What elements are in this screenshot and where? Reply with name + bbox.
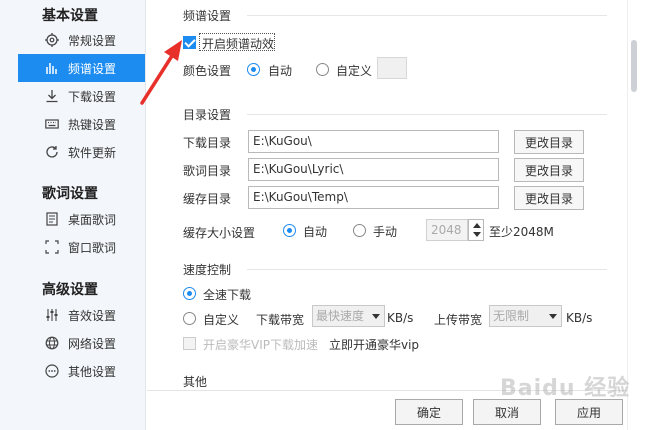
- full-speed-label[interactable]: 全速下载: [203, 286, 251, 303]
- download-unit-label: KB/s: [387, 311, 414, 325]
- sidebar-item-label: 常规设置: [68, 33, 117, 48]
- cache-dir-input[interactable]: E:\KuGou\Temp\: [248, 186, 499, 209]
- section-divider: [247, 114, 607, 115]
- stepper-up-icon[interactable]: [473, 223, 481, 228]
- group-title-basic: 基本设置: [42, 8, 98, 24]
- globe-icon: [44, 335, 60, 351]
- enable-spectrum-label[interactable]: 开启频谱动效: [202, 35, 274, 52]
- sidebar-item-label: 音效设置: [68, 308, 117, 323]
- sidebar-item-label: 网络设置: [68, 336, 117, 351]
- section-divider: [247, 15, 607, 16]
- color-auto-label[interactable]: 自动: [268, 62, 292, 79]
- download-icon: [44, 88, 60, 104]
- window-lyrics-icon: [44, 239, 60, 255]
- custom-speed-radio[interactable]: [183, 312, 196, 325]
- more-icon: [44, 363, 60, 379]
- cache-size-input[interactable]: 2048: [426, 219, 468, 241]
- scrollbar-thumb[interactable]: [631, 40, 637, 92]
- color-setting-label: 颜色设置: [183, 64, 232, 78]
- change-cache-dir-button[interactable]: 更改目录: [514, 186, 584, 210]
- section-title-spectrum: 频谱设置: [183, 9, 232, 23]
- sidebar-item-label: 软件更新: [68, 145, 117, 160]
- enable-spectrum-checkbox[interactable]: [183, 36, 196, 49]
- spectrum-bars-icon: [44, 60, 60, 76]
- sidebar-item-window-lyrics[interactable]: 窗口歌词: [18, 233, 145, 261]
- color-swatch[interactable]: [377, 57, 407, 79]
- section-title-directory: 目录设置: [183, 108, 232, 122]
- cache-min-label: 至少2048M: [489, 225, 554, 239]
- lyrics-dir-input[interactable]: E:\KuGou\Lyric\: [248, 158, 499, 181]
- change-lyrics-dir-button[interactable]: 更改目录: [514, 158, 584, 182]
- sidebar-item-sound-effects[interactable]: 音效设置: [18, 301, 145, 329]
- upload-bandwidth-select[interactable]: 无限制: [489, 305, 562, 327]
- settings-sidebar: 基本设置 常规设置 频谱设置 下载设置 热键设置 软件更新 歌词设置 桌面歌词 …: [0, 0, 146, 430]
- sidebar-item-label: 下载设置: [68, 89, 117, 104]
- sidebar-item-general[interactable]: 常规设置: [18, 26, 145, 54]
- cancel-button[interactable]: 取消: [473, 399, 541, 425]
- upload-bandwidth-value: 无限制: [493, 309, 530, 323]
- group-title-lyrics: 歌词设置: [42, 186, 98, 202]
- keyboard-icon: [44, 116, 60, 132]
- custom-speed-label[interactable]: 自定义: [203, 311, 239, 328]
- group-title-advanced: 高级设置: [42, 282, 98, 298]
- sidebar-item-update[interactable]: 软件更新: [18, 138, 145, 166]
- sidebar-item-label: 其他设置: [68, 364, 117, 379]
- gear-icon: [44, 32, 60, 48]
- desktop-lyrics-icon: [44, 211, 60, 227]
- upload-unit-label: KB/s: [566, 311, 593, 325]
- change-download-dir-button[interactable]: 更改目录: [514, 130, 584, 154]
- cache-auto-label[interactable]: 自动: [303, 223, 327, 240]
- cache-dir-label: 缓存目录: [183, 192, 232, 206]
- ok-button[interactable]: 确定: [395, 399, 463, 425]
- section-title-other: 其他: [183, 375, 208, 389]
- refresh-icon: [44, 144, 60, 160]
- sidebar-item-label: 热键设置: [68, 117, 117, 132]
- sidebar-item-network[interactable]: 网络设置: [18, 329, 145, 357]
- sidebar-item-label: 桌面歌词: [68, 212, 117, 227]
- watermark: Baidu 经验: [500, 376, 631, 401]
- download-bandwidth-label: 下载带宽: [256, 313, 305, 327]
- sidebar-item-hotkey[interactable]: 热键设置: [18, 110, 145, 138]
- chevron-down-icon: [549, 314, 557, 319]
- cache-auto-radio[interactable]: [283, 224, 296, 237]
- sidebar-item-spectrum[interactable]: 频谱设置: [18, 54, 145, 82]
- cache-manual-radio[interactable]: [353, 224, 366, 237]
- cache-size-stepper[interactable]: [468, 219, 484, 241]
- settings-content: 频谱设置 开启频谱动效 颜色设置 自动 自定义 目录设置 下载目录 E:\KuG…: [147, 0, 627, 430]
- color-custom-label[interactable]: 自定义: [336, 62, 372, 79]
- stepper-down-icon[interactable]: [473, 232, 481, 237]
- color-auto-radio[interactable]: [247, 63, 260, 76]
- section-divider: [247, 269, 607, 270]
- sidebar-item-download[interactable]: 下载设置: [18, 82, 145, 110]
- lyrics-dir-label: 歌词目录: [183, 164, 232, 178]
- vip-accelerate-checkbox[interactable]: [183, 337, 196, 350]
- sidebar-item-desktop-lyrics[interactable]: 桌面歌词: [18, 205, 145, 233]
- apply-button[interactable]: 应用: [555, 399, 623, 425]
- sidebar-item-other[interactable]: 其他设置: [18, 357, 145, 385]
- cache-manual-label[interactable]: 手动: [373, 223, 397, 240]
- download-bandwidth-value: 最快速度: [316, 309, 365, 323]
- vip-upgrade-link[interactable]: 立即开通豪华vip: [329, 336, 419, 353]
- sidebar-item-label: 频谱设置: [68, 61, 117, 76]
- download-bandwidth-select[interactable]: 最快速度: [312, 305, 385, 327]
- color-custom-radio[interactable]: [316, 63, 329, 76]
- vip-accelerate-label: 开启豪华VIP下载加速: [203, 338, 318, 352]
- download-dir-input[interactable]: E:\KuGou\: [248, 130, 499, 153]
- equalizer-icon: [44, 307, 60, 323]
- download-dir-label: 下载目录: [183, 136, 232, 150]
- section-title-speed: 速度控制: [183, 263, 232, 277]
- cache-size-label: 缓存大小设置: [183, 226, 256, 240]
- sidebar-item-label: 窗口歌词: [68, 240, 117, 255]
- full-speed-radio[interactable]: [183, 287, 196, 300]
- chevron-down-icon: [372, 314, 380, 319]
- upload-bandwidth-label: 上传带宽: [434, 313, 483, 327]
